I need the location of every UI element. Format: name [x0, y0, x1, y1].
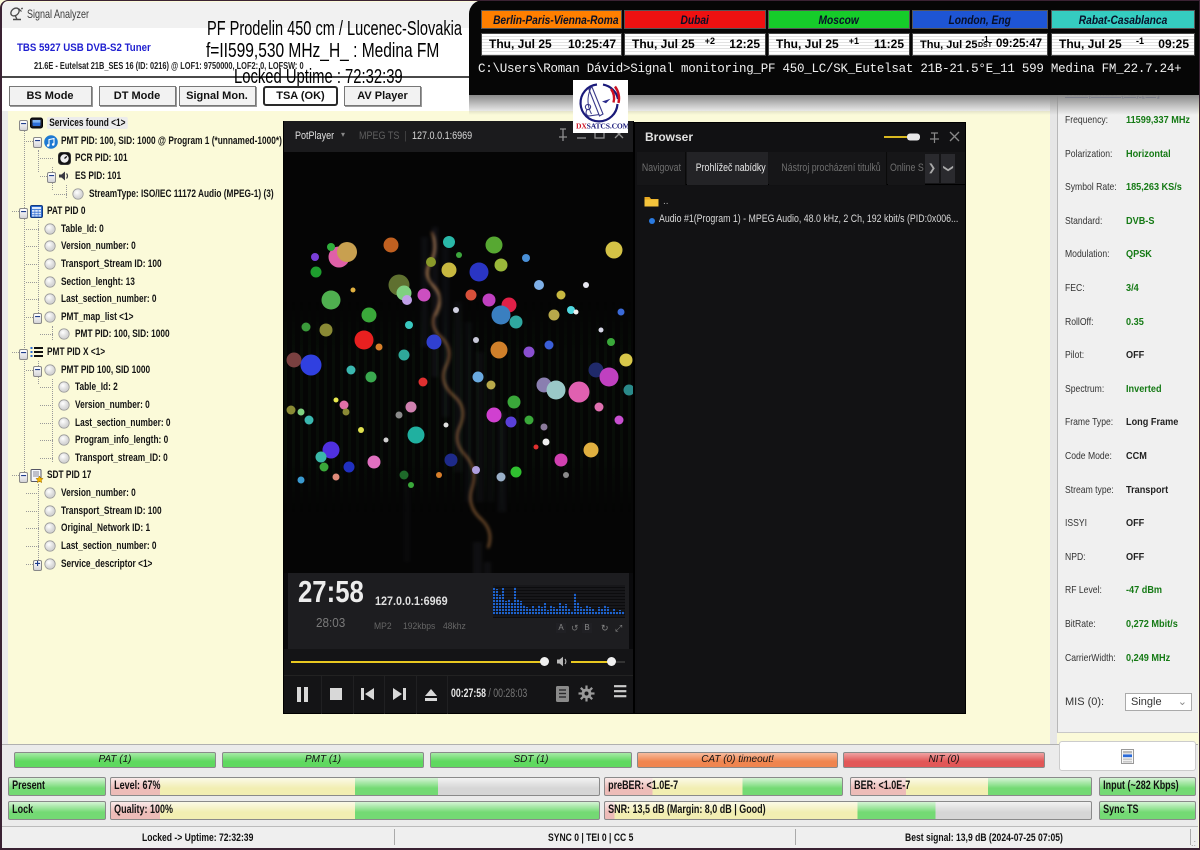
svg-text:DXSATCS.COM: DXSATCS.COM: [576, 122, 628, 131]
